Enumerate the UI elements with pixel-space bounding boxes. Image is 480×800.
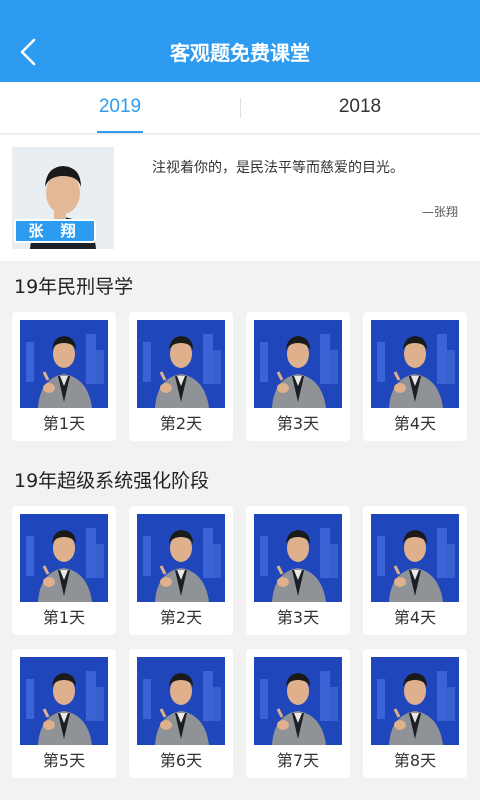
course-day-label: 第2天 xyxy=(159,414,203,433)
section-title-guide: 19年民刑导学 xyxy=(14,276,134,298)
course-day-label: 第4天 xyxy=(393,414,437,433)
course-thumbnail xyxy=(137,320,225,408)
teacher-card: 张 翔 注视着你的，是民法平等而慈爱的目光。 —张翔 xyxy=(0,135,480,261)
tab-2018[interactable]: 2018 xyxy=(240,82,480,134)
app-header: 客观题免费课堂 xyxy=(0,0,480,82)
course-thumbnail xyxy=(20,514,108,602)
course-thumbnail xyxy=(371,657,459,745)
course-day-label: 第6天 xyxy=(159,751,203,770)
course-card[interactable]: 第4天 xyxy=(363,506,467,635)
quote-author: —张翔 xyxy=(421,205,458,219)
teacher-avatar: 张 翔 xyxy=(12,147,114,249)
page-title: 客观题免费课堂 xyxy=(170,41,310,65)
course-card[interactable]: 第3天 xyxy=(246,506,350,635)
course-thumbnail xyxy=(371,514,459,602)
course-thumbnail xyxy=(371,320,459,408)
course-day-label: 第4天 xyxy=(393,608,437,627)
course-card[interactable]: 第1天 xyxy=(12,312,116,441)
course-day-label: 第2天 xyxy=(159,608,203,627)
course-card[interactable]: 第8天 xyxy=(363,649,467,778)
course-day-label: 第3天 xyxy=(276,414,320,433)
course-thumbnail xyxy=(254,320,342,408)
course-card[interactable]: 第6天 xyxy=(129,649,233,778)
course-thumbnail xyxy=(254,514,342,602)
course-day-label: 第3天 xyxy=(276,608,320,627)
teacher-name-badge: 张 翔 xyxy=(14,219,96,243)
course-thumbnail xyxy=(20,320,108,408)
course-card[interactable]: 第3天 xyxy=(246,312,350,441)
course-day-label: 第1天 xyxy=(42,414,86,433)
course-card[interactable]: 第2天 xyxy=(129,506,233,635)
course-thumbnail xyxy=(254,657,342,745)
course-thumbnail xyxy=(137,657,225,745)
course-card[interactable]: 第4天 xyxy=(363,312,467,441)
course-thumbnail xyxy=(137,514,225,602)
teacher-quote: 注视着你的，是民法平等而慈爱的目光。 xyxy=(152,160,404,176)
course-card[interactable]: 第1天 xyxy=(12,506,116,635)
course-day-label: 第7天 xyxy=(276,751,320,770)
active-tab-indicator xyxy=(97,131,143,133)
course-card[interactable]: 第2天 xyxy=(129,312,233,441)
section-title-intensive: 19年超级系统强化阶段 xyxy=(14,470,210,492)
tab-2019[interactable]: 2019 xyxy=(0,82,240,134)
course-card[interactable]: 第7天 xyxy=(246,649,350,778)
course-day-label: 第1天 xyxy=(42,608,86,627)
course-day-label: 第5天 xyxy=(42,751,86,770)
course-day-label: 第8天 xyxy=(393,751,437,770)
tab-divider xyxy=(240,98,241,118)
course-card[interactable]: 第5天 xyxy=(12,649,116,778)
course-thumbnail xyxy=(20,657,108,745)
